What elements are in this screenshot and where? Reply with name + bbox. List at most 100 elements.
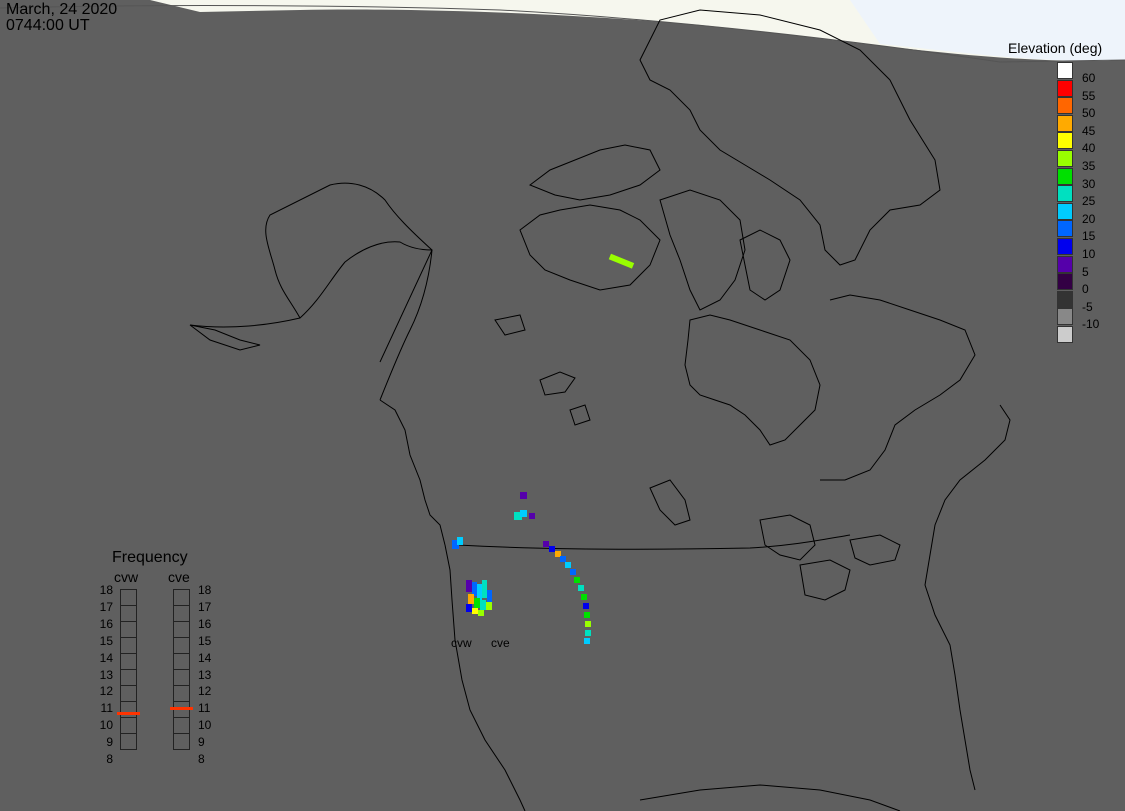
frequency-cell — [120, 701, 137, 718]
borders — [379, 249, 851, 550]
frequency-cell — [120, 621, 137, 638]
elevation-tick-label: 45 — [1082, 123, 1096, 138]
frequency-cell — [173, 653, 190, 670]
frequency-column-cvw — [120, 589, 137, 750]
map-svg — [0, 0, 1125, 811]
frequency-tick-right: 10 — [198, 718, 212, 733]
frequency-cell — [120, 589, 137, 606]
near-range-cluster — [466, 580, 492, 616]
frequency-tick-left: 8 — [106, 752, 113, 766]
data-cell — [543, 541, 549, 547]
time-label: 0744:00 UT — [6, 17, 90, 34]
frequency-tick-left: 12 — [99, 684, 113, 699]
data-cell — [570, 569, 576, 575]
data-cell — [520, 510, 527, 517]
elevation-tick-label: 10 — [1082, 247, 1096, 261]
freq-col-label-cvw: cvw — [114, 569, 139, 585]
radar-label-cve: cve — [491, 636, 510, 650]
elevation-tick-label: 60 — [1082, 71, 1096, 85]
elevation-swatch — [1057, 202, 1073, 220]
frequency-tick-left: 14 — [99, 650, 113, 665]
elevation-swatch — [1057, 185, 1073, 203]
elevation-tick-label: 55 — [1082, 88, 1096, 103]
frequency-tick-right: 14 — [198, 650, 212, 665]
elevation-swatch — [1057, 150, 1073, 167]
elevation-swatch — [1057, 97, 1073, 115]
data-cell — [584, 638, 590, 644]
alaska-canada-border — [379, 249, 433, 363]
frequency-cell — [120, 733, 137, 750]
frequency-cell — [120, 637, 137, 654]
frequency-cell — [173, 589, 190, 606]
elevation-swatch — [1057, 326, 1073, 343]
frequency-cell — [173, 733, 190, 750]
elevation-tick-label: 0 — [1082, 282, 1089, 297]
frequency-tick-right: 12 — [198, 684, 212, 699]
frequency-cell — [173, 621, 190, 638]
elevation-swatch — [1057, 79, 1073, 97]
elevation-tick-label: 30 — [1082, 176, 1096, 191]
data-cell — [549, 546, 555, 552]
elevation-tick-label: 5 — [1082, 264, 1089, 279]
map-canvas: March, 24 2020 0744:00 UT Elevation (deg… — [0, 0, 1125, 811]
data-cell — [583, 603, 589, 609]
frequency-tick-right: 16 — [198, 616, 212, 631]
frequency-cell — [173, 669, 190, 686]
freq-col-label-cve: cve — [168, 569, 190, 585]
frequency-column-cve — [173, 589, 190, 750]
elevation-swatch — [1057, 290, 1073, 308]
elevation-swatch — [1057, 62, 1073, 79]
frequency-tick-left: 15 — [99, 633, 113, 648]
data-cell — [560, 556, 566, 562]
elevation-swatch — [1057, 238, 1073, 255]
elevation-swatch — [1057, 308, 1073, 326]
data-cell — [574, 577, 580, 583]
us-canada-border — [457, 534, 851, 550]
elevation-tick-label: 35 — [1082, 159, 1096, 173]
data-cell — [584, 612, 590, 618]
frequency-cell — [120, 605, 137, 622]
data-cell — [520, 492, 527, 499]
elevation-tick-label: 40 — [1082, 141, 1096, 156]
frequency-tick-right: 18 — [198, 583, 212, 597]
elevation-tick-label: -5 — [1082, 299, 1093, 314]
elevation-swatch — [1057, 167, 1073, 185]
frequency-cell — [173, 717, 190, 734]
elevation-swatch — [1057, 273, 1073, 291]
data-cell — [581, 594, 587, 600]
elevation-swatch — [1057, 114, 1073, 132]
frequency-marker-cvw — [117, 711, 140, 715]
radar-label-cvw: cvw — [451, 636, 472, 650]
frequency-tick-right: 8 — [198, 752, 205, 766]
frequency-tick-right: 9 — [198, 735, 205, 750]
frequency-tick-left: 10 — [99, 718, 113, 733]
frequency-cell — [120, 653, 137, 670]
date-label: March, 24 2020 — [6, 1, 118, 18]
elevation-tick-label: 50 — [1082, 106, 1096, 121]
elevation-tick-label: 25 — [1082, 194, 1096, 209]
elevation-tick-label: -10 — [1082, 317, 1100, 332]
frequency-tick-left: 16 — [99, 616, 113, 631]
frequency-cell — [120, 669, 137, 686]
data-cell — [457, 537, 463, 545]
frequency-tick-left: 9 — [106, 735, 113, 750]
elevation-swatch — [1057, 255, 1073, 273]
frequency-cell — [173, 605, 190, 622]
data-cell — [585, 621, 591, 627]
frequency-cell — [120, 685, 137, 702]
frequency-tick-right: 13 — [198, 667, 212, 682]
frequency-tick-left: 17 — [99, 599, 113, 614]
frequency-tick-right: 11 — [198, 701, 211, 716]
data-cell — [529, 513, 535, 519]
frequency-tick-right: 17 — [198, 599, 212, 614]
elevation-swatch — [1057, 220, 1073, 238]
elevation-tick-label: 15 — [1082, 229, 1096, 244]
radar-data — [452, 253, 635, 644]
frequency-tick-left: 18 — [99, 583, 113, 597]
frequency-cell — [120, 717, 137, 734]
data-cell — [608, 253, 635, 269]
elevation-swatch — [1057, 132, 1073, 150]
frequency-tick-left: 13 — [99, 667, 113, 682]
frequency-cell — [173, 637, 190, 654]
data-cell — [565, 562, 571, 568]
